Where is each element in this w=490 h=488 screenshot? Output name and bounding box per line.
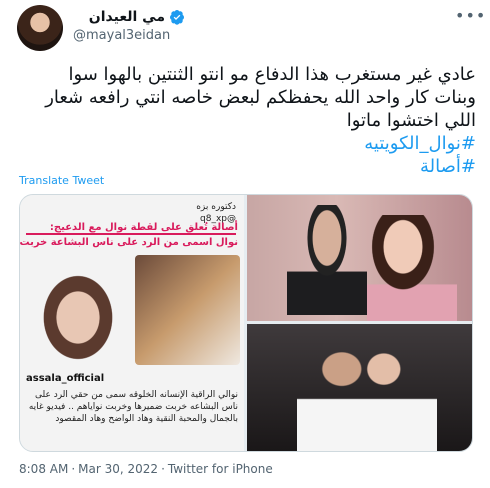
divider (26, 233, 236, 235)
author-handle[interactable]: @mayal3eidan (73, 28, 170, 43)
author-name[interactable]: مي العيدان (89, 9, 165, 25)
source-name: دكتوره بزه (196, 202, 236, 212)
hashtag-link[interactable]: #نوال_الكويتيه (16, 132, 476, 155)
couple-photo (297, 334, 437, 451)
translate-tweet-link[interactable]: Translate Tweet (19, 174, 104, 187)
tweet-date[interactable]: Mar 30, 2022 (78, 462, 158, 476)
tweet-line: وبنات كار واحد الله يحفظكم لبعض خاصه انت… (45, 87, 476, 108)
media-image-2[interactable] (247, 195, 472, 321)
author-name-row[interactable]: مي العيدان (89, 9, 185, 25)
group-photo (135, 255, 240, 365)
tweet-line: عادي غير مستغرب هذا الدفاع مو انتو الثنت… (68, 64, 476, 85)
more-dots-icon[interactable]: ••• (455, 6, 486, 25)
woman-figure (367, 215, 457, 321)
instagram-caption: نوالي الراقية الإنسانه الخلوقه سمى من حق… (28, 390, 238, 424)
verified-badge-icon (170, 10, 184, 25)
tweet-time[interactable]: 8:08 AM (19, 462, 68, 476)
man-figure (287, 205, 367, 315)
image-subline: نوال اسمى من الرد على ناس البشاعة خربت ن… (20, 237, 238, 248)
media-grid: دكتوره بزه @q8_xp أصالة تُعلق على لقطة ن… (19, 194, 473, 452)
tweet: مي العيدان @mayal3eidan ••• عادي غير مست… (0, 0, 490, 488)
image-headline: أصالة تُعلق على لقطة نوال مع الدعيج: (49, 222, 238, 233)
tweet-text: عادي غير مستغرب هذا الدفاع مو انتو الثنت… (16, 63, 476, 178)
portrait-photo (28, 257, 128, 367)
tweet-meta: 8:08 AM · Mar 30, 2022 · Twitter for iPhone (19, 462, 273, 476)
avatar[interactable] (17, 5, 63, 51)
media-image-3[interactable] (247, 324, 472, 451)
instagram-username: assala_official (26, 373, 105, 384)
tweet-client: Twitter for iPhone (167, 462, 273, 476)
tweet-line: اللي اختشوا ماتوا (346, 110, 476, 131)
media-image-1[interactable]: دكتوره بزه @q8_xp أصالة تُعلق على لقطة ن… (20, 195, 244, 451)
